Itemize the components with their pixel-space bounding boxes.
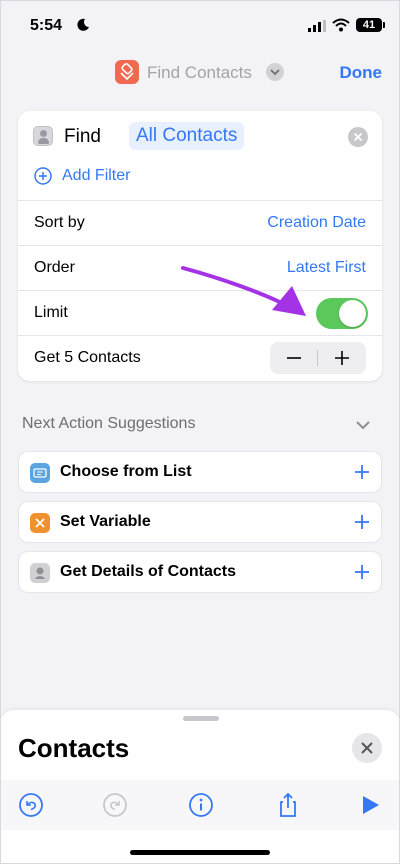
contacts-icon <box>30 563 50 583</box>
suggestions-title: Next Action Suggestions <box>22 415 196 432</box>
shortcuts-app-icon <box>115 60 139 84</box>
sheet-close-button[interactable] <box>352 733 382 763</box>
plus-circle-icon <box>34 167 52 185</box>
variable-icon <box>30 513 50 533</box>
list-icon <box>30 463 50 483</box>
all-contacts-token[interactable]: All Contacts <box>129 122 245 150</box>
shortcuts-layers-icon <box>120 63 134 81</box>
minus-icon <box>287 357 301 359</box>
order-label: Order <box>34 259 75 276</box>
add-icon[interactable] <box>353 513 371 531</box>
suggestion-set-variable[interactable]: Set Variable <box>18 501 382 543</box>
share-icon[interactable] <box>275 792 301 818</box>
bottom-sheet: Contacts <box>0 710 400 864</box>
sort-by-row[interactable]: Sort by Creation Date <box>18 200 382 245</box>
suggestion-label: Get Details of Contacts <box>60 563 237 580</box>
find-label: Find <box>64 126 101 147</box>
status-time: 5:54 <box>30 17 63 34</box>
sheet-title: Contacts <box>18 733 130 763</box>
add-filter-label: Add Filter <box>62 167 131 184</box>
suggestion-label: Choose from List <box>60 463 192 480</box>
count-stepper <box>270 342 366 374</box>
clear-button[interactable] <box>348 127 368 147</box>
wifi-icon <box>332 18 350 32</box>
play-icon[interactable] <box>357 792 383 818</box>
cellular-signal-icon <box>308 20 326 32</box>
add-icon[interactable] <box>353 463 371 481</box>
increment-button[interactable] <box>318 342 366 374</box>
home-indicator <box>130 850 270 855</box>
find-contacts-action-card: Find All Contacts Add Filter Sort by Cre… <box>18 111 382 381</box>
suggestion-choose-from-list[interactable]: Choose from List <box>18 451 382 493</box>
toggle-knob <box>339 300 366 327</box>
sort-by-value[interactable]: Creation Date <box>267 214 366 232</box>
add-filter-button[interactable]: Add Filter <box>34 167 130 185</box>
undo-icon[interactable] <box>18 792 44 818</box>
contacts-icon <box>33 126 53 146</box>
editor-toolbar <box>0 780 400 830</box>
annotation-arrow-icon <box>181 266 306 316</box>
battery-indicator: 41 <box>356 18 385 32</box>
add-icon[interactable] <box>353 563 371 581</box>
get-count-row: Get 5 Contacts <box>18 335 382 380</box>
redo-icon[interactable] <box>102 792 128 818</box>
suggestion-label: Set Variable <box>60 513 151 530</box>
sort-by-label: Sort by <box>34 214 85 231</box>
moon-icon <box>77 18 89 31</box>
limit-toggle[interactable] <box>316 298 368 329</box>
sheet-grabber[interactable] <box>183 716 219 721</box>
info-icon[interactable] <box>188 792 214 818</box>
limit-label: Limit <box>34 304 68 321</box>
nav-bar: Find Contacts Done <box>0 50 400 94</box>
decrement-button[interactable] <box>270 342 318 374</box>
status-bar: 5:54 41 <box>0 0 400 50</box>
chevron-down-icon[interactable] <box>354 416 372 434</box>
close-icon <box>361 742 373 754</box>
get-count-label: Get 5 Contacts <box>34 349 141 366</box>
plus-icon <box>335 351 349 365</box>
done-button[interactable]: Done <box>340 63 383 83</box>
chevron-down-icon[interactable] <box>266 63 284 81</box>
suggestion-get-details-of-contacts[interactable]: Get Details of Contacts <box>18 551 382 593</box>
nav-title[interactable]: Find Contacts <box>147 63 252 83</box>
close-icon <box>353 132 363 142</box>
